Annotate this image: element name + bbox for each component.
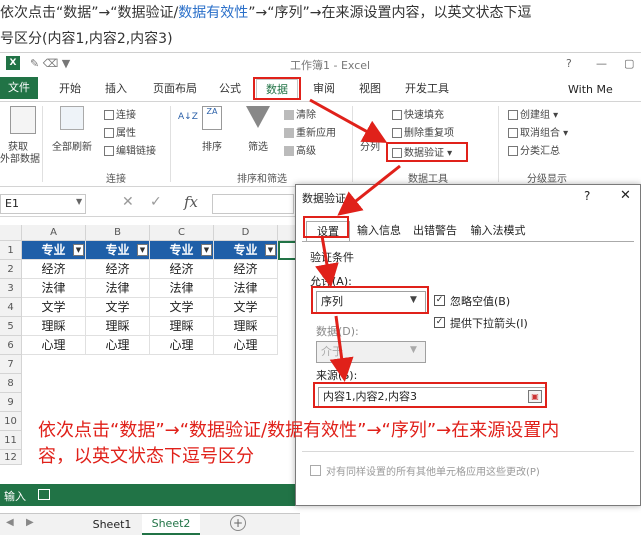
overlay-instruction-line-1: 依次点击“数据”→“数据验证/数据有效性”→“序列”→在来源设置内 <box>38 420 560 441</box>
arrow-to-settings-tab <box>337 164 401 216</box>
arrow-to-allow-select <box>315 235 339 288</box>
sheet-tab-sheet2[interactable]: Sheet2 <box>142 514 200 535</box>
arrow-to-source-input <box>329 315 354 382</box>
add-sheet-icon[interactable]: + <box>230 515 246 531</box>
sheet-tab-bar: ◀ ▶ Sheet1 Sheet2 + <box>0 513 300 535</box>
overlay-instruction-line-2: 容，以英文状态下逗号区分 <box>38 446 254 467</box>
arrow-to-data-validation <box>309 98 388 143</box>
scroll-left-icon[interactable]: ◀ <box>6 517 14 528</box>
sheet-tab-sheet1[interactable]: Sheet1 <box>86 516 138 534</box>
scroll-right-icon[interactable]: ▶ <box>26 517 34 528</box>
